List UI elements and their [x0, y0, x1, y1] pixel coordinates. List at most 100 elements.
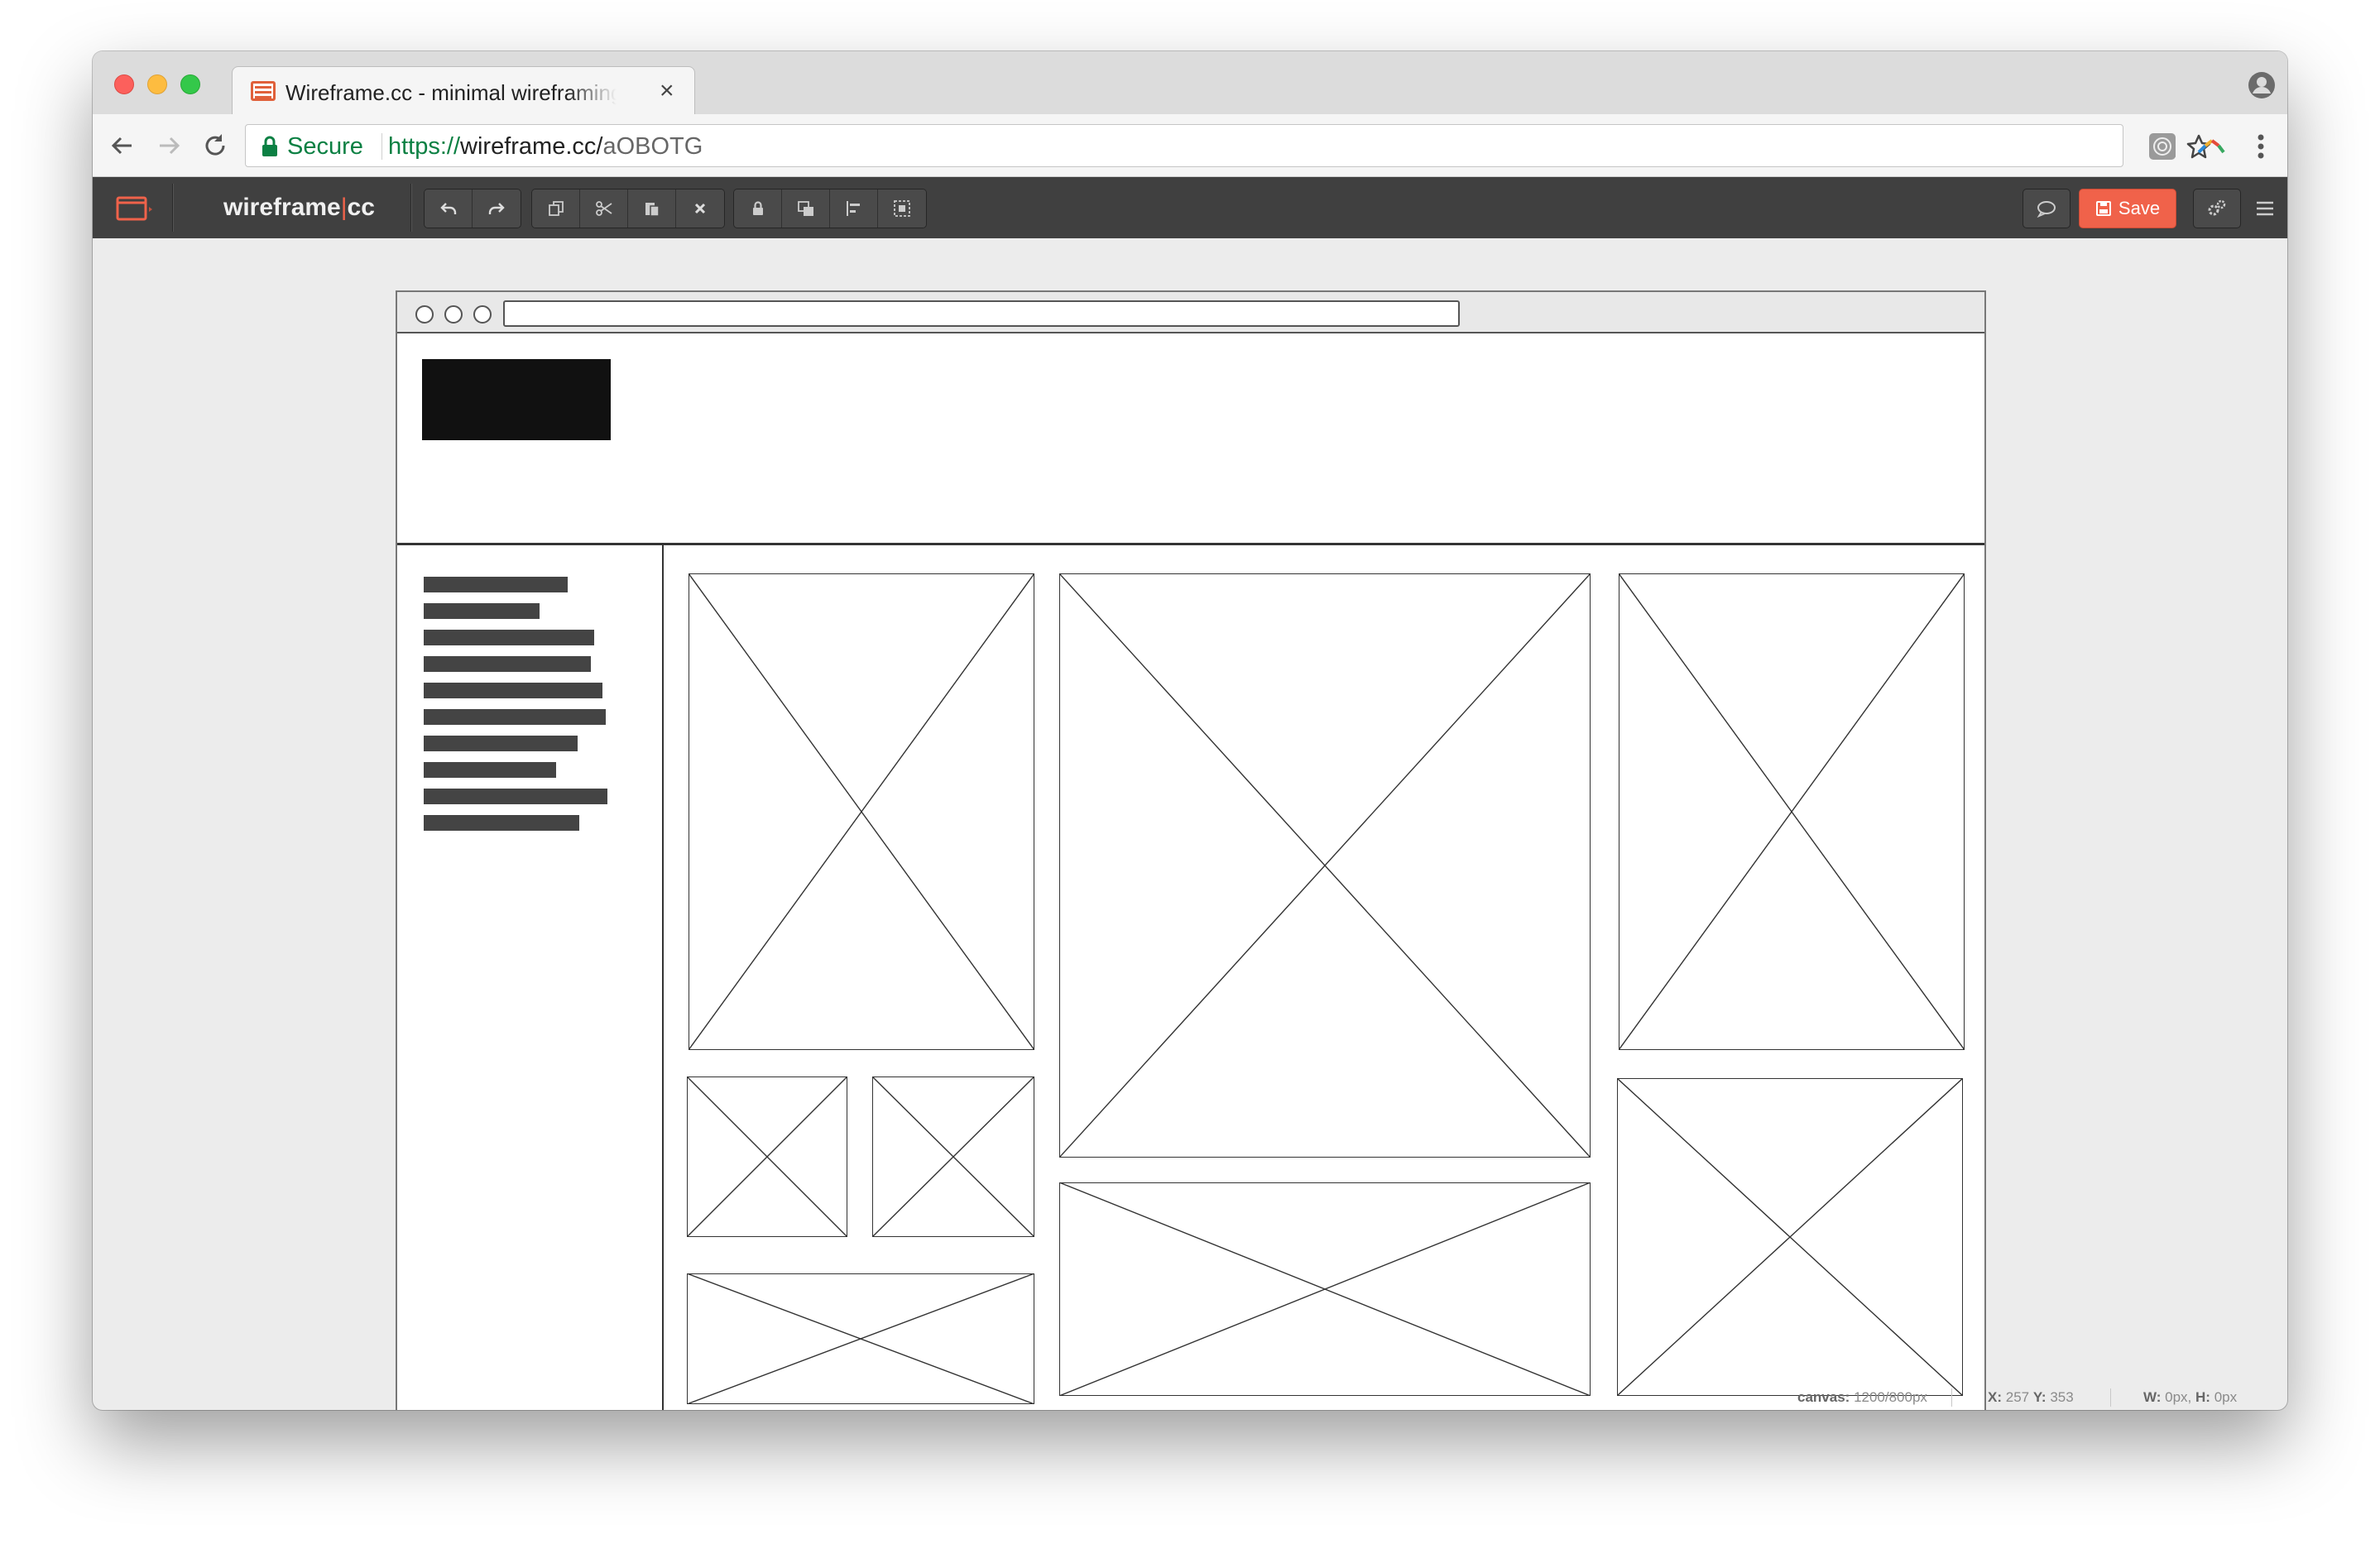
maximize-window-button[interactable]	[180, 74, 200, 94]
wireframe-sidebar[interactable]	[397, 545, 664, 1410]
wireframe-text-line[interactable]	[424, 630, 594, 645]
minimize-window-button[interactable]	[147, 74, 167, 94]
history-group	[424, 189, 521, 228]
group-icon	[894, 200, 910, 217]
redo-button[interactable]	[473, 189, 521, 228]
browser-window: Wireframe.cc - minimal wireframing tool …	[93, 51, 2287, 1410]
url-field[interactable]: Secure https://wireframe.cc/aOBOTG	[245, 124, 2211, 167]
canvas-value: 1200/800px	[1854, 1389, 1927, 1405]
w-label: W:	[2143, 1389, 2162, 1405]
profile-icon[interactable]	[2248, 71, 2276, 99]
wireframe-image-placeholder[interactable]	[689, 573, 1034, 1050]
comment-button[interactable]	[2023, 189, 2071, 228]
browser-tab[interactable]: Wireframe.cc - minimal wireframing tool …	[232, 66, 695, 116]
lock-icon	[752, 201, 763, 215]
wireframe-text-line[interactable]	[424, 603, 540, 619]
wireframe-browser-dot[interactable]	[444, 305, 463, 324]
tab-close-icon[interactable]: ×	[660, 77, 674, 105]
wireframe-image-placeholder[interactable]	[872, 1076, 1034, 1237]
wireframe-text-line[interactable]	[424, 683, 602, 698]
app-logo-icon[interactable]	[116, 195, 154, 222]
tab-strip: Wireframe.cc - minimal wireframing tool …	[93, 51, 2287, 116]
wireframe-text-line[interactable]	[424, 656, 591, 672]
arrange-button[interactable]	[782, 189, 830, 228]
y-value: 353	[2050, 1389, 2074, 1405]
wireframe-text-line[interactable]	[424, 815, 579, 831]
brand-suffix: cc	[347, 194, 375, 221]
wireframe-browser-dot[interactable]	[415, 305, 434, 324]
settings-button[interactable]	[2193, 189, 2241, 228]
address-bar: Secure https://wireframe.cc/aOBOTG	[93, 114, 2287, 177]
wireframe-image-placeholder[interactable]	[1059, 573, 1591, 1158]
wireframe-text-line[interactable]	[424, 736, 578, 751]
lock-icon	[261, 136, 279, 157]
cut-button[interactable]	[580, 189, 628, 228]
hamburger-menu-icon[interactable]	[2254, 199, 2276, 218]
app-toolbar: wireframe|cc Save	[93, 177, 2287, 238]
url-host: wireframe.cc/	[460, 133, 603, 160]
wireframe-image-placeholder[interactable]	[1619, 573, 1965, 1050]
align-icon	[846, 201, 860, 216]
url-protocol: https://	[388, 133, 461, 160]
wireframe-image-placeholder[interactable]	[687, 1076, 847, 1237]
secure-label: Secure	[287, 133, 363, 160]
extension-color-icon[interactable]	[2196, 132, 2226, 161]
status-separator	[1951, 1388, 1952, 1407]
arrange-group	[733, 189, 927, 228]
canvas-size-readout: canvas: 1200/800px	[1797, 1389, 1927, 1406]
forward-arrow-icon[interactable]	[152, 129, 185, 162]
wireframe-logo-block[interactable]	[422, 359, 611, 440]
close-window-button[interactable]	[114, 74, 134, 94]
save-icon	[2095, 201, 2111, 216]
wireframe-image-placeholder[interactable]	[687, 1273, 1034, 1404]
cursor-position-readout: X: 257 Y: 353	[1988, 1389, 2074, 1406]
brand-pipe: |	[340, 194, 348, 221]
omnibox-divider	[381, 133, 382, 160]
wireframe-canvas[interactable]	[396, 290, 1986, 1410]
wireframe-text-line[interactable]	[424, 709, 606, 725]
paste-icon	[645, 203, 660, 217]
duplicate-button[interactable]	[532, 189, 580, 228]
save-label: Save	[2118, 198, 2161, 218]
paste-button[interactable]	[628, 189, 676, 228]
wireframe-image-placeholder[interactable]	[1617, 1078, 1963, 1396]
wireframe-browser-dot[interactable]	[473, 305, 492, 324]
wireframe-favicon-icon	[251, 81, 276, 101]
wireframe-header[interactable]	[397, 333, 1984, 545]
toolbar-divider	[410, 184, 411, 232]
url-path: aOBOTG	[602, 133, 703, 160]
undo-button[interactable]	[425, 189, 473, 228]
extension-fingerprint-icon[interactable]	[2148, 132, 2176, 161]
save-button[interactable]: Save	[2079, 189, 2176, 228]
wireframe-image-placeholder[interactable]	[1059, 1182, 1591, 1396]
status-separator	[2110, 1388, 2111, 1407]
duplicate-icon	[548, 201, 564, 216]
group-button[interactable]	[878, 189, 926, 228]
wireframe-browser-titlebar[interactable]	[397, 292, 1984, 333]
redo-icon	[488, 203, 505, 214]
wireframe-text-line[interactable]	[424, 577, 568, 592]
toolbar-divider	[172, 184, 173, 232]
canvas-label: canvas:	[1797, 1389, 1850, 1405]
brand-name: wireframe	[223, 194, 341, 221]
arrange-icon	[797, 201, 813, 216]
brand-logo: wireframe|cc	[223, 192, 375, 223]
w-value: 0px,	[2165, 1389, 2192, 1405]
align-button[interactable]	[830, 189, 878, 228]
browser-menu-icon[interactable]	[2246, 131, 2276, 162]
tab-title: Wireframe.cc - minimal wireframing tool	[286, 80, 617, 105]
x-label: X:	[1988, 1389, 2002, 1405]
delete-button[interactable]	[676, 189, 724, 228]
gear-icon	[2208, 199, 2226, 216]
delete-icon	[694, 203, 706, 214]
comment-icon	[2037, 201, 2056, 218]
wireframe-text-line[interactable]	[424, 762, 556, 778]
h-label: H:	[2195, 1389, 2210, 1405]
undo-icon	[439, 203, 456, 214]
back-arrow-icon[interactable]	[106, 129, 139, 162]
wireframe-url-box[interactable]	[503, 300, 1460, 327]
wireframe-text-line[interactable]	[424, 789, 607, 804]
lock-button[interactable]	[734, 189, 782, 228]
reload-icon[interactable]	[199, 129, 232, 162]
url-text[interactable]: https://wireframe.cc/aOBOTG	[388, 132, 703, 161]
